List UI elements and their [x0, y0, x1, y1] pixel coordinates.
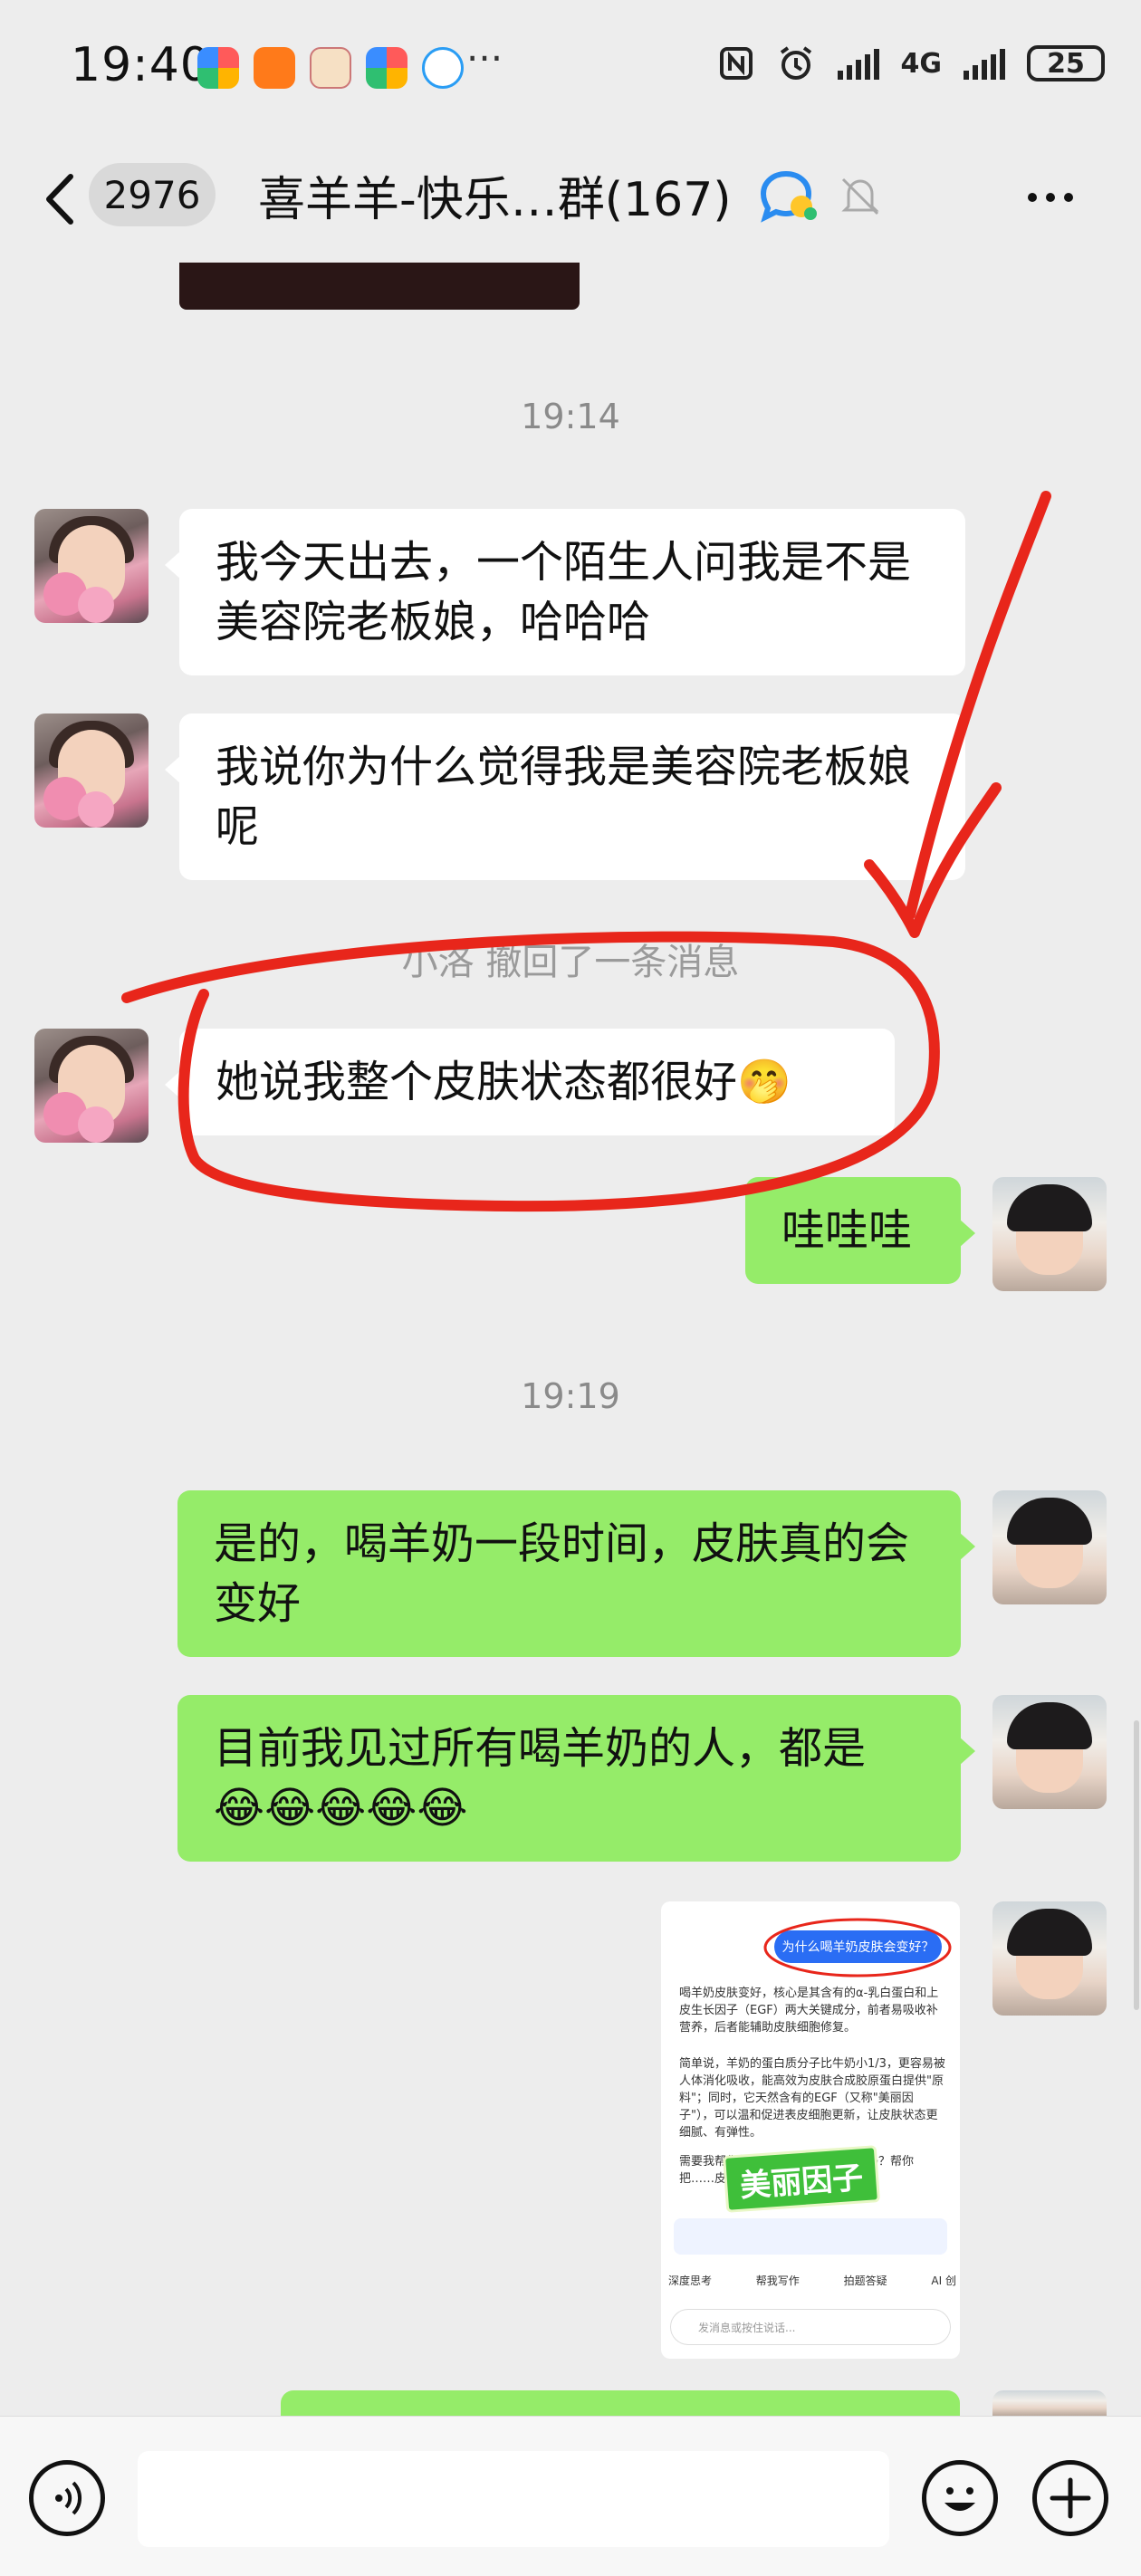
avatar[interactable] [992, 1901, 1107, 2016]
image-action-row [674, 2218, 947, 2255]
message-text: 目前我见过所有喝羊奶的人，都是 [214, 1723, 867, 1774]
chat-title[interactable]: 喜羊羊-快乐…群(167) [258, 161, 732, 229]
more-options-button[interactable] [1028, 170, 1091, 225]
emoji-icon [944, 2487, 975, 2511]
signal-icon [837, 47, 879, 80]
message-bubble-received[interactable]: 我说你为什么觉得我是美容院老板娘呢 [165, 713, 965, 880]
chat-notification-icon [422, 47, 464, 89]
image-paragraph: 喝羊奶皮肤变好，核心是其含有的α-乳白蛋白和上皮生长因子（EGF）两大关键成分，… [679, 1987, 939, 2035]
avatar[interactable] [992, 1695, 1107, 1809]
input-toolbar [0, 2416, 1141, 2576]
image-chip: 深度思考 [668, 2274, 713, 2287]
image-input-bar: 发消息或按住说话... [670, 2309, 951, 2345]
message-bubble-sent[interactable]: 是的，喝羊奶一段时间，皮肤真的会变好 [177, 1490, 975, 1657]
message-bubble-received[interactable]: 她说我整个皮肤状态都很好🤭 [165, 1029, 895, 1135]
status-more-icon: ··· [466, 36, 503, 81]
image-red-circle [763, 1918, 952, 1977]
message-text: 我今天出去，一个陌生人问我是不是美容院老板娘，哈哈哈 [216, 537, 912, 647]
timestamp: 19:14 [521, 397, 620, 436]
message-bubble-received[interactable]: 我今天出去，一个陌生人问我是不是美容院老板娘，哈哈哈 [165, 509, 965, 675]
battery-indicator: 25 [1027, 45, 1105, 81]
timestamp: 19:19 [521, 1376, 620, 1416]
voice-icon [55, 2481, 82, 2515]
notification-app-icon [366, 47, 408, 89]
voice-input-button[interactable] [29, 2460, 105, 2536]
message-text: 是的，喝羊奶一段时间，皮肤真的会变好 [214, 1518, 910, 1629]
message-bubble-sent[interactable]: 目前我见过所有喝羊奶的人，都是 😂😂😂😂😂 [177, 1695, 975, 1862]
previous-image-message[interactable] [179, 263, 580, 310]
avatar[interactable] [34, 509, 149, 623]
message-bubble-sent[interactable]: 哇哇哇 [745, 1177, 975, 1284]
recall-notice: 小洛 撤回了一条消息 [401, 942, 740, 983]
nfc-icon [719, 47, 753, 80]
chat-header: 2976 喜羊羊-快乐…群(167) [0, 136, 1141, 263]
message-emoji-row: 😂😂😂😂😂 [214, 1783, 468, 1834]
unread-count-badge[interactable]: 2976 [89, 163, 216, 226]
message-text: 她说我整个皮肤状态都很好🤭 [216, 1057, 791, 1107]
message-text: 我说你为什么觉得我是美容院老板娘呢 [216, 742, 912, 852]
image-chip: 帮我写作 [755, 2274, 800, 2287]
red-annotation-overlay [121, 491, 1051, 1212]
emoji-button[interactable] [922, 2460, 998, 2536]
back-button[interactable] [36, 168, 91, 231]
image-chip: 拍题答疑 [843, 2274, 887, 2287]
shared-image-message[interactable]: 为什么喝羊奶皮肤会变好？ 喝羊奶皮肤变好，核心是其含有的α-乳白蛋白和上皮生长因… [661, 1901, 960, 2359]
avatar[interactable] [992, 1490, 1107, 1604]
avatar[interactable] [992, 1177, 1107, 1291]
message-input[interactable] [138, 2451, 889, 2547]
avatar[interactable] [34, 713, 149, 828]
image-chip: AI 创 [931, 2274, 956, 2287]
mute-bell-icon [841, 177, 879, 215]
scrollbar[interactable] [1134, 1720, 1139, 2010]
group-chat-icon [760, 170, 817, 223]
image-sticker: 美丽因子 [723, 2145, 880, 2213]
notification-app-icon [310, 47, 351, 89]
plus-icon [1050, 2477, 1091, 2519]
image-chip-row: 深度思考 帮我写作 拍题答疑 AI 创 [668, 2273, 956, 2288]
avatar[interactable] [992, 2390, 1107, 2416]
alarm-icon [780, 46, 811, 80]
signal-icon-2 [964, 47, 1005, 80]
notification-app-icon [254, 47, 295, 89]
avatar[interactable] [34, 1029, 149, 1143]
status-time: 19:40 [71, 38, 211, 92]
status-indicators: 4G 25 [718, 45, 1105, 81]
image-paragraph: 简单说，羊奶的蛋白质分子比牛奶小1/3，更容易被人体消化吸收，能高效为皮肤合成胶… [679, 2057, 945, 2140]
network-type: 4G [900, 47, 943, 80]
message-text: 哇哇哇 [781, 1205, 913, 1256]
notification-app-icon [197, 47, 239, 89]
more-functions-button[interactable] [1032, 2460, 1108, 2536]
status-bar: 19:40 ··· 4G 25 [0, 0, 1141, 136]
